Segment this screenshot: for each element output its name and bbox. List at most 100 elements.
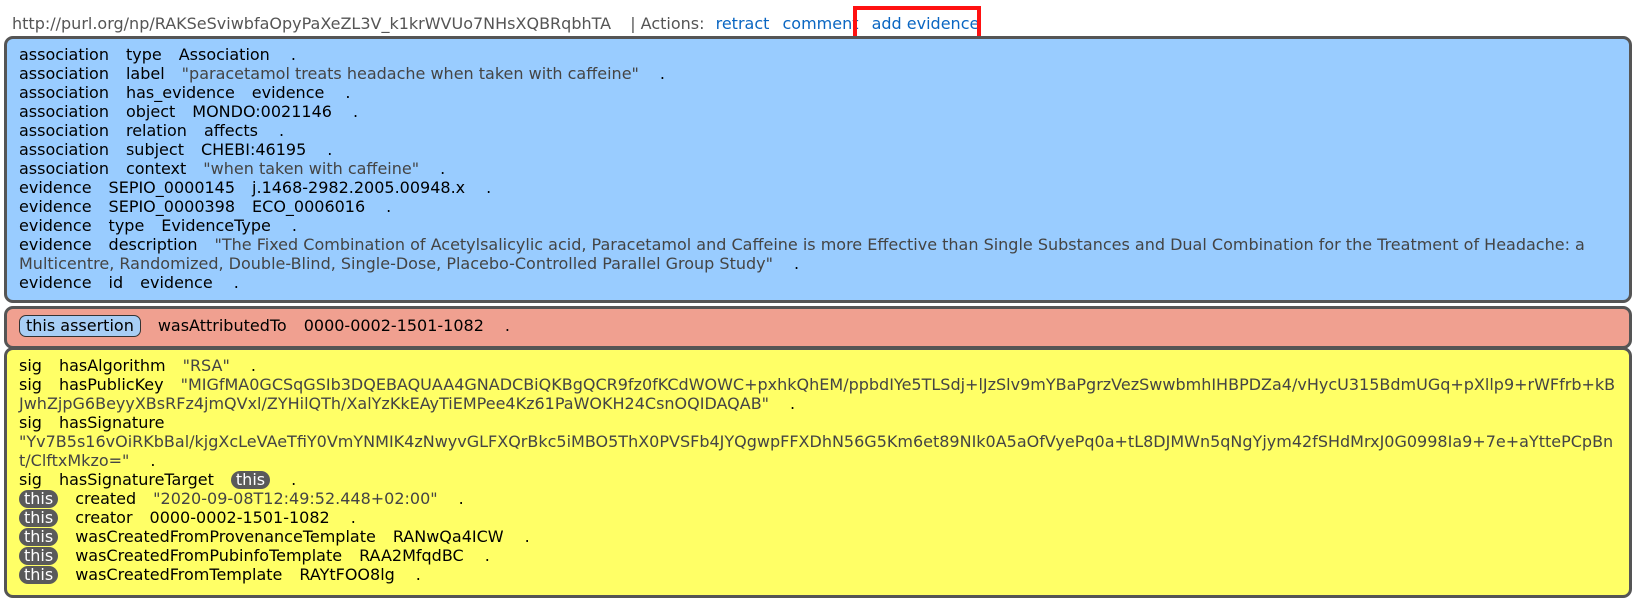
triple-dot: . (350, 508, 356, 527)
object: 0000-0002-1501-1082 (149, 508, 330, 527)
object: RAYtFOO8lg (299, 565, 395, 584)
object: ECO_0006016 (252, 197, 366, 216)
triple-row: this created "2020-09-08T12:49:52.448+02:0… (19, 489, 1617, 508)
nanopub-header: http://purl.org/np/RAKSeSviwbfaOpyPaXeZL… (12, 12, 979, 36)
predicate: object (125, 102, 176, 121)
subject: sig (19, 413, 42, 432)
triple-dot: . (291, 470, 297, 489)
triple-dot: . (291, 216, 297, 235)
predicate: SEPIO_0000145 (108, 178, 236, 197)
object-literal: "Yv7B5s16vOiRKbBal/kjgXcLeVAeTfiY0VmYNMI… (19, 432, 1614, 470)
predicate: description (108, 235, 198, 254)
triple-row: sig hasSignature (19, 413, 1617, 432)
triple-row: sig hasAlgorithm "RSA". (19, 356, 1617, 375)
this-pill: this (19, 547, 59, 565)
triple-dot: . (440, 159, 446, 178)
this-pill: this (230, 471, 271, 489)
this-pill: this (19, 509, 59, 527)
provenance-graph: this assertion wasAttributedTo 0000-0002-1… (4, 306, 1632, 349)
triple-row: association type Association. (19, 45, 1617, 64)
triple-row: association has_evidence evidence. (19, 83, 1617, 102)
object-literal: "2020-09-08T12:49:52.448+02:00" (153, 489, 438, 508)
triple-dot: . (486, 178, 492, 197)
predicate: wasAttributedTo (157, 316, 287, 335)
predicate: wasCreatedFromTemplate (75, 565, 283, 584)
object-literal: "The Fixed Combination of Acetylsalicyli… (19, 235, 1585, 273)
predicate: type (108, 216, 145, 235)
assertion-graph: association type Association. association l… (4, 36, 1632, 303)
predicate: wasCreatedFromProvenanceTemplate (75, 527, 376, 546)
this-pill: this (19, 490, 59, 508)
subject: sig (19, 356, 42, 375)
object: evidence (251, 83, 325, 102)
subject: evidence (19, 235, 92, 254)
subject: association (19, 45, 109, 64)
triple-dot: . (352, 102, 359, 121)
triple-dot: . (279, 121, 285, 140)
triple-dot: . (345, 83, 351, 102)
subject: evidence (19, 178, 92, 197)
triple-dot: . (504, 316, 510, 335)
comment-link[interactable]: comment (782, 14, 858, 33)
retract-link[interactable]: retract (716, 14, 770, 33)
triple-row: this wasCreatedFromProvenanceTemplate RANw… (19, 527, 1617, 546)
triple-row: this wasCreatedFromTemplate RAYtFOO8lg. (19, 565, 1617, 584)
predicate: wasCreatedFromPubinfoTemplate (75, 546, 343, 565)
object: j.1468-2982.2005.00948.x (252, 178, 466, 197)
predicate: hasPublicKey (58, 375, 164, 394)
triple-dot: . (150, 451, 156, 470)
object-literal: "paracetamol treats headache when taken … (181, 64, 639, 83)
predicate: label (125, 64, 165, 83)
triple-row: evidence id evidence. (19, 273, 1617, 292)
predicate: creator (75, 508, 133, 527)
this-pill: this (19, 528, 59, 546)
triple-row: association relation affects. (19, 121, 1617, 140)
subject: association (19, 102, 109, 121)
triple-dot: . (327, 140, 333, 159)
triple-row: this assertion wasAttributedTo 0000-0002-1… (19, 315, 1617, 337)
triple-dot: . (233, 273, 239, 292)
triple-row: evidence SEPIO_0000398 ECO_0006016. (19, 197, 1617, 216)
subject: association (19, 159, 109, 178)
triple-row: this wasCreatedFromPubinfoTemplate RAA2Mfq… (19, 546, 1617, 565)
triple-dot: . (458, 489, 464, 508)
subject: association (19, 140, 109, 159)
predicate: context (125, 159, 187, 178)
triple-dot: . (524, 527, 530, 546)
triple-dot: . (386, 197, 392, 216)
predicate: hasSignature (58, 413, 165, 432)
triple-dot: . (250, 356, 256, 375)
subject: association (19, 121, 109, 140)
this-pill: this (19, 566, 59, 584)
subject: association (19, 83, 109, 102)
object: affects (203, 121, 259, 140)
triple-dot: . (790, 394, 796, 413)
triple-dot: . (415, 565, 421, 584)
triple-row: sig hasPublicKey "MIGfMA0GCSqGSIb3DQEBAQUA… (19, 375, 1617, 413)
subject: association (19, 64, 109, 83)
triple-dot: . (659, 64, 665, 83)
subject: sig (19, 470, 42, 489)
object: RAA2MfqdBC (359, 546, 464, 565)
triple-dot: . (290, 45, 296, 64)
predicate: type (125, 45, 162, 64)
pubinfo-graph: sig hasAlgorithm "RSA". sig hasPublicKey "MI… (4, 347, 1632, 598)
object: EvidenceType (161, 216, 271, 235)
predicate: has_evidence (125, 83, 235, 102)
this-assertion-pill: this assertion (19, 315, 141, 337)
triple-row: association context "when taken with caffe… (19, 159, 1617, 178)
predicate: subject (125, 140, 184, 159)
predicate: SEPIO_0000398 (108, 197, 236, 216)
triple-row: this creator 0000-0002-1501-1082. (19, 508, 1617, 527)
triple-dot: . (793, 254, 800, 273)
triple-row: evidence description "The Fixed Combinatio… (19, 235, 1617, 273)
triple-row: association object MONDO:0021146. (19, 102, 1617, 121)
triple-row: evidence SEPIO_0000145 j.1468-2982.2005.00… (19, 178, 1617, 197)
object-literal: "when taken with caffeine" (203, 159, 420, 178)
object: 0000-0002-1501-1082 (303, 316, 484, 335)
object: RANwQa4ICW (392, 527, 504, 546)
triple-row: association label "paracetamol treats head… (19, 64, 1617, 83)
actions-label: | Actions: (630, 14, 705, 33)
subject: evidence (19, 197, 92, 216)
predicate: created (75, 489, 137, 508)
